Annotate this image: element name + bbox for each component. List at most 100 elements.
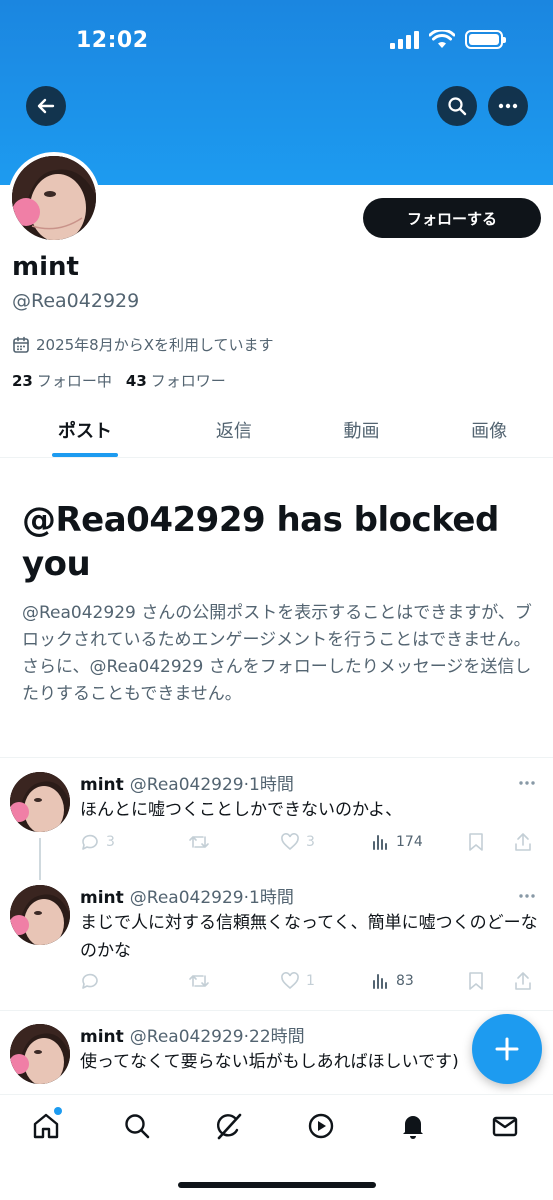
search-icon [448, 97, 467, 116]
status-time: 12:02 [76, 28, 149, 53]
following-label: フォロー中 [36, 372, 112, 390]
signal-icon [390, 30, 419, 49]
play-icon [308, 1113, 334, 1139]
bell-icon [403, 1116, 423, 1139]
grok-icon [216, 1113, 242, 1140]
mail-icon [492, 1116, 518, 1137]
post-header: mint @Rea042929·22時間 [80, 1022, 305, 1047]
repost-icon [189, 836, 209, 848]
blocked-description: @Rea042929 さんの公開ポストを表示することはできますが、ブロックされて… [22, 603, 532, 704]
nav-notifications[interactable] [398, 1111, 428, 1141]
more-horizontal-icon [519, 781, 535, 785]
views-button[interactable]: 174 [372, 833, 468, 851]
search-button[interactable] [437, 86, 477, 126]
more-button[interactable] [488, 86, 528, 126]
reply-button[interactable] [80, 971, 188, 991]
post-avatar[interactable] [10, 1024, 70, 1084]
home-icon [33, 1113, 59, 1139]
post-avatar[interactable] [10, 885, 70, 945]
avatar-image [10, 1024, 70, 1084]
share-button[interactable] [514, 971, 532, 991]
post-text: ほんとに嘘つくことしかできないのかよ、 [80, 800, 403, 820]
like-count: 1 [306, 973, 315, 989]
thread-line [39, 838, 41, 880]
reply-button[interactable]: 3 [80, 832, 188, 852]
joined-text: 2025年8月からXを利用しています [36, 336, 274, 354]
share-icon [515, 972, 531, 990]
following-count: 23 [12, 372, 33, 390]
status-icons [390, 30, 506, 49]
post-author-name[interactable]: mint [80, 888, 124, 908]
post-meta: @Rea042929·1時間 [129, 775, 294, 795]
repost-button[interactable] [188, 972, 280, 990]
more-horizontal-icon [519, 894, 535, 898]
nav-grok[interactable] [214, 1111, 244, 1141]
following-link[interactable]: 23 フォロー中 [12, 370, 112, 391]
bookmark-icon [469, 972, 483, 990]
post-item[interactable]: mint @Rea042929·1時間 ほんとに嘘つくことしかできないのかよ、 3… [0, 770, 553, 880]
back-button[interactable] [26, 86, 66, 126]
post-more-button[interactable] [518, 883, 536, 904]
tab-posts[interactable]: ポスト [0, 402, 170, 457]
post-item[interactable]: mint @Rea042929·22時間 使ってなくて要らない垢がもしあればほしい… [0, 1022, 553, 1094]
follow-button[interactable]: フォローする [363, 198, 541, 238]
followers-label: フォロワー [150, 372, 226, 390]
repost-button[interactable] [188, 833, 280, 851]
bookmark-button[interactable] [468, 832, 514, 852]
tab-images[interactable]: 画像 [425, 402, 553, 457]
followers-count: 43 [125, 372, 147, 390]
heart-icon [281, 833, 299, 851]
bookmark-icon [469, 833, 483, 851]
avatar-image [12, 156, 96, 240]
search-icon [125, 1114, 150, 1139]
nav-messages[interactable] [490, 1111, 520, 1141]
post-author-name[interactable]: mint [80, 775, 124, 795]
nav-video[interactable] [306, 1111, 336, 1141]
more-horizontal-icon [498, 103, 518, 109]
repost-icon [189, 975, 209, 987]
reply-icon [82, 973, 98, 989]
views-count: 174 [396, 834, 423, 850]
profile-display-name: mint [12, 252, 79, 282]
compose-button[interactable] [472, 1014, 542, 1084]
views-button[interactable]: 83 [372, 972, 468, 990]
bookmark-button[interactable] [468, 971, 514, 991]
like-button[interactable]: 3 [280, 833, 372, 851]
post-actions: 1 83 [80, 971, 540, 991]
post-item[interactable]: mint @Rea042929·1時間 まじで人に対する信頼無くなってく、簡単に嘘… [0, 883, 553, 1003]
calendar-icon [13, 336, 29, 353]
nav-search[interactable] [122, 1111, 152, 1141]
tab-replies[interactable]: 返信 [170, 402, 298, 457]
tab-videos[interactable]: 動画 [298, 402, 426, 457]
post-meta: @Rea042929·22時間 [129, 1027, 305, 1047]
wifi-icon [429, 30, 455, 48]
post-header: mint @Rea042929·1時間 [80, 770, 294, 795]
reply-count: 3 [106, 834, 115, 850]
like-button[interactable]: 1 [280, 972, 372, 990]
profile-tabs: ポスト 返信 動画 画像 [0, 402, 553, 458]
home-indicator [178, 1182, 376, 1188]
profile-joined: 2025年8月からXを利用しています [12, 334, 274, 355]
post-avatar[interactable] [10, 772, 70, 832]
post-author-name[interactable]: mint [80, 1027, 124, 1047]
post-header: mint @Rea042929·1時間 [80, 883, 294, 908]
post-text: まじで人に対する信頼無くなってく、簡単に嘘つくのどーなのかな [80, 913, 538, 961]
heart-icon [281, 972, 299, 990]
profile-avatar[interactable] [8, 152, 100, 244]
follow-counts: 23 フォロー中 43 フォロワー [12, 370, 226, 391]
views-icon [373, 974, 387, 989]
profile-handle: @Rea042929 [12, 290, 140, 312]
post-more-button[interactable] [518, 770, 536, 791]
home-unread-dot [54, 1107, 62, 1115]
reply-icon [82, 834, 98, 850]
avatar-image [10, 885, 70, 945]
divider [0, 1010, 553, 1011]
nav-home[interactable] [31, 1111, 61, 1141]
battery-icon [465, 30, 506, 49]
share-button[interactable] [514, 832, 532, 852]
like-count: 3 [306, 834, 315, 850]
views-icon [373, 835, 387, 850]
divider [0, 757, 553, 758]
followers-link[interactable]: 43 フォロワー [126, 370, 226, 391]
post-text: 使ってなくて要らない垢がもしあればほしいです) [80, 1052, 459, 1072]
